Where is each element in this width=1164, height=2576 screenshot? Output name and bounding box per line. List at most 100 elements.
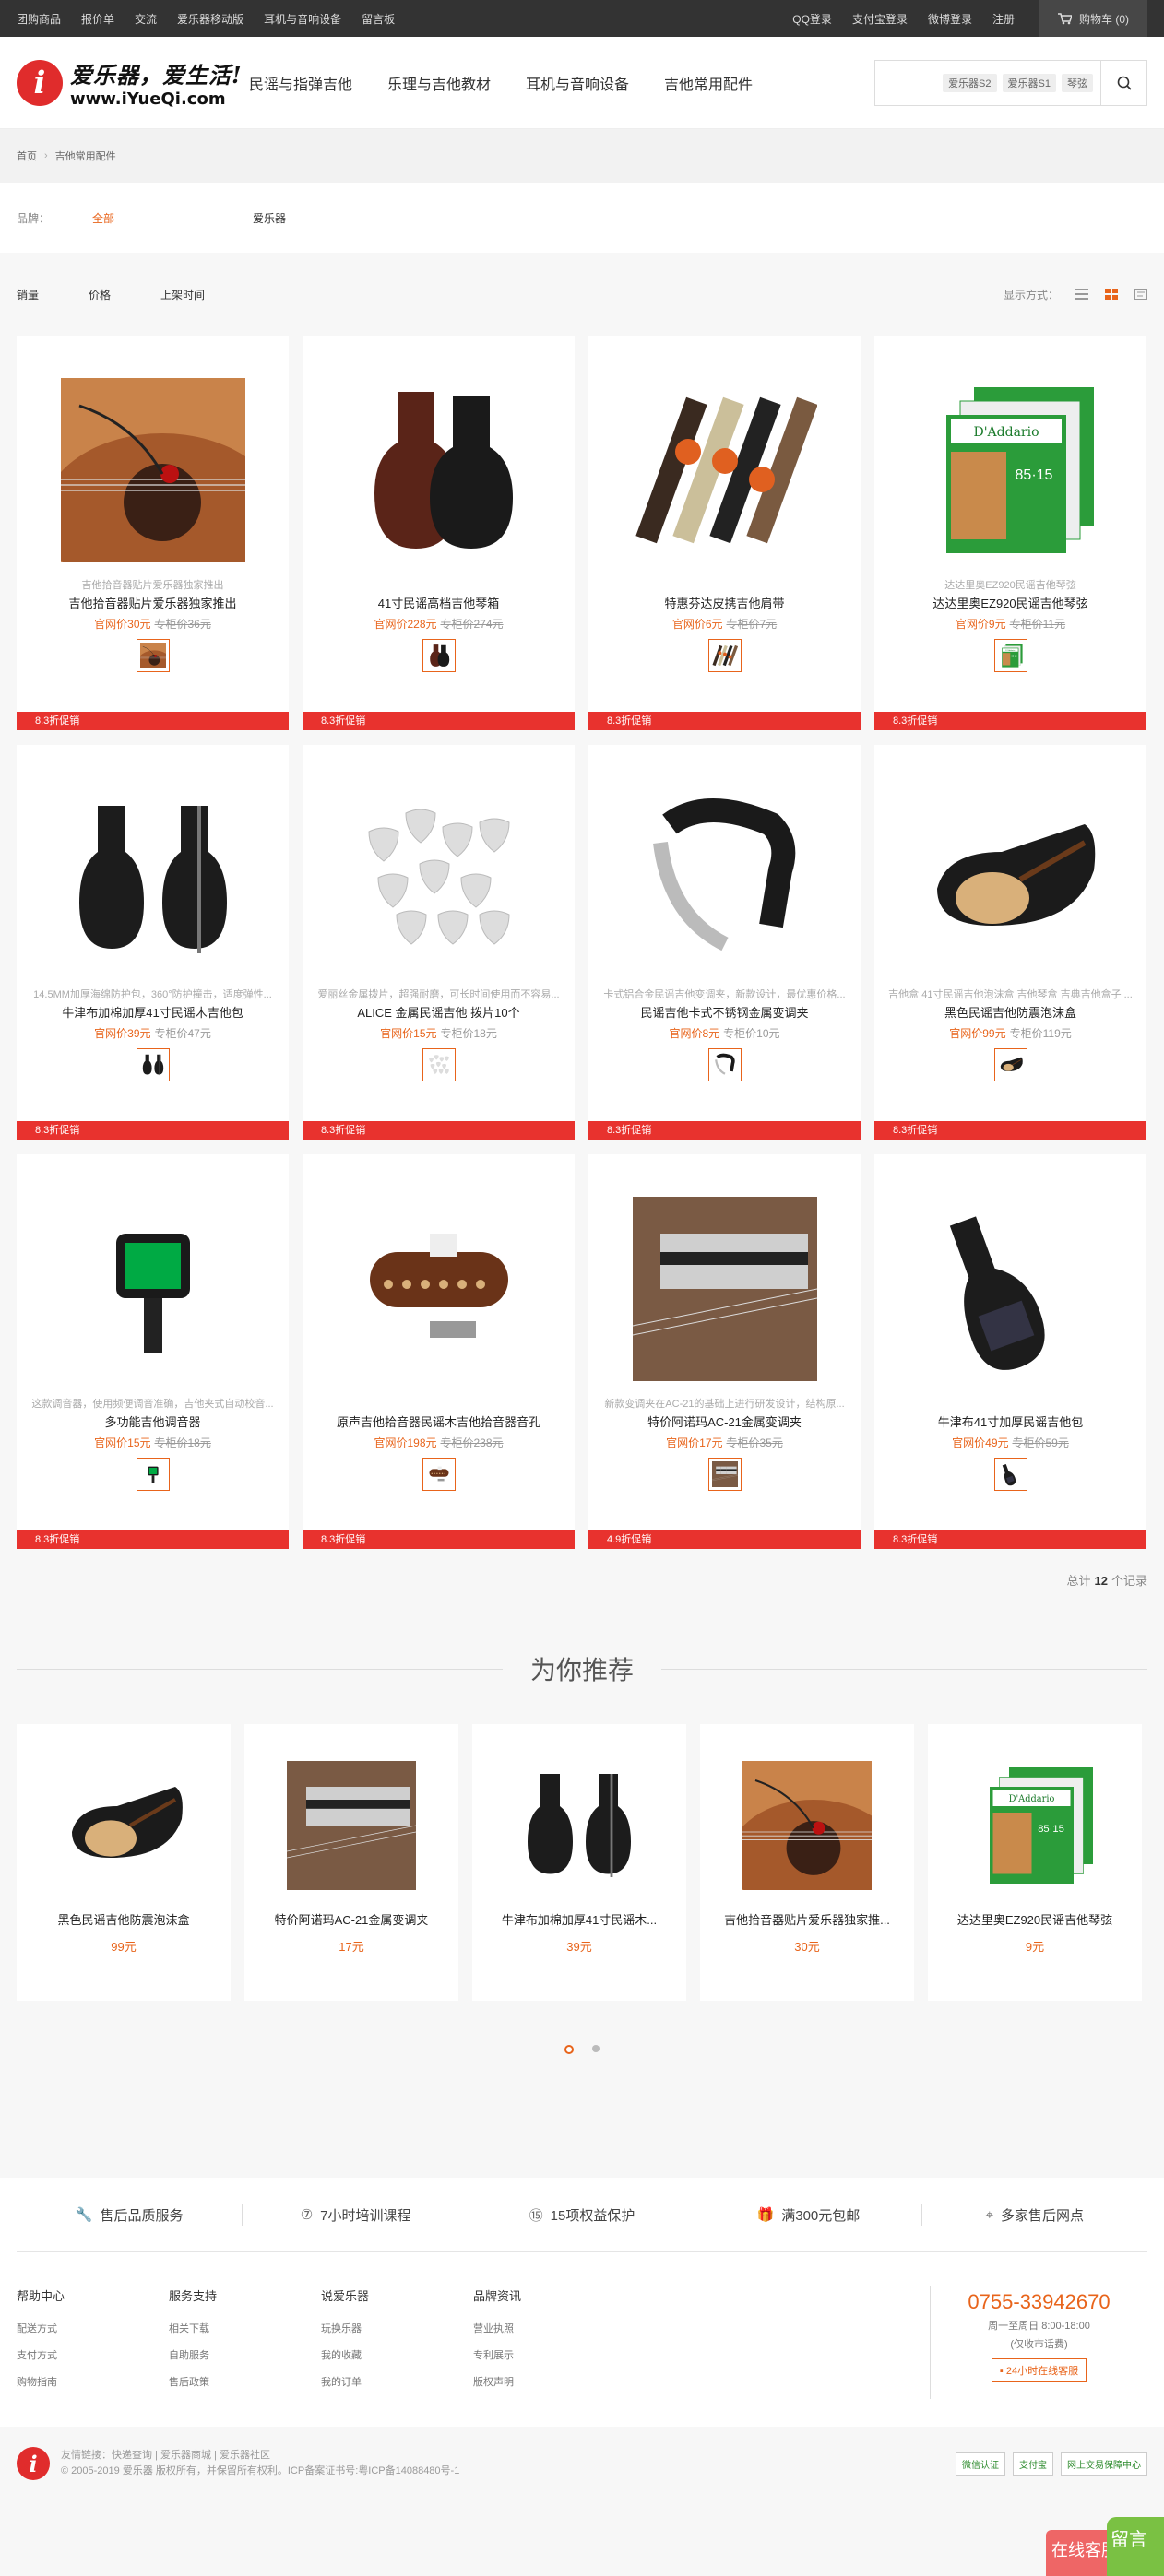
recommend-card[interactable]: 牛津布加棉加厚41寸民谣木... 39元 bbox=[472, 1724, 686, 2001]
product-thumbnail[interactable] bbox=[422, 1458, 456, 1491]
product-card[interactable]: D'Addario 85·15 达达里奥EZ920民谣吉他琴弦 达达里奥EZ920民谣… bbox=[874, 336, 1146, 730]
product-name[interactable]: 民谣吉他卡式不锈钢金属变调夹 bbox=[588, 1003, 861, 1021]
product-image[interactable] bbox=[346, 1197, 531, 1381]
product-name[interactable]: 41寸民谣高档吉他琴箱 bbox=[303, 594, 575, 611]
brand-all[interactable]: 全部 bbox=[92, 210, 114, 226]
product-image[interactable] bbox=[346, 378, 531, 562]
top-link[interactable]: 团购商品 bbox=[17, 11, 61, 27]
sort-price[interactable]: 价格 bbox=[89, 287, 111, 302]
product-card[interactable]: 吉他拾音器贴片爱乐器独家推出 吉他拾音器贴片爱乐器独家推出 官网价30元 专柜价36元… bbox=[17, 336, 289, 730]
brand-item[interactable]: 爱乐器 bbox=[253, 210, 286, 226]
product-image[interactable] bbox=[632, 1197, 817, 1381]
recommend-card[interactable]: 黑色民谣吉他防震泡沫盒 99元 bbox=[17, 1724, 231, 2001]
footer-link[interactable]: 我的订单 bbox=[321, 2374, 473, 2389]
product-thumbnail[interactable] bbox=[136, 1458, 170, 1491]
product-thumbnail[interactable] bbox=[136, 1048, 170, 1081]
product-card[interactable]: 14.5MM加厚海绵防护包，360°防护撞击，适度弹性... 牛津布加棉加厚41寸… bbox=[17, 745, 289, 1140]
product-thumbnail[interactable] bbox=[707, 639, 742, 672]
list-view-icon[interactable] bbox=[1075, 289, 1088, 300]
top-link[interactable]: 报价单 bbox=[81, 11, 114, 27]
top-link[interactable]: 留言板 bbox=[362, 11, 395, 27]
login-link[interactable]: QQ登录 bbox=[792, 11, 832, 27]
breadcrumb-home[interactable]: 首页 bbox=[17, 148, 37, 163]
wechat-badge[interactable]: 微信认证 bbox=[956, 2452, 1005, 2476]
recommend-image[interactable] bbox=[742, 1761, 872, 1890]
online-service-button[interactable]: ▪ 24小时在线客服 bbox=[991, 2358, 1087, 2382]
product-name[interactable]: 多功能吉他调音器 bbox=[17, 1412, 289, 1430]
product-image[interactable] bbox=[60, 378, 245, 562]
search-button[interactable] bbox=[1100, 60, 1146, 105]
recommend-card[interactable]: 吉他拾音器贴片爱乐器独家推... 30元 bbox=[700, 1724, 914, 2001]
recommend-name[interactable]: 达达里奥EZ920民谣吉他琴弦 bbox=[928, 1910, 1142, 1928]
alipay-badge[interactable]: 支付宝 bbox=[1013, 2452, 1053, 2476]
carousel-dot[interactable] bbox=[564, 2045, 574, 2054]
product-card[interactable]: 特惠芬达皮携吉他肩带 官网价6元 专柜价7元 8.3折促销 bbox=[588, 336, 861, 730]
footer-link[interactable]: 配送方式 bbox=[17, 2321, 169, 2335]
product-name[interactable]: 特价阿诺玛AC-21金属变调夹 bbox=[588, 1412, 861, 1430]
product-card[interactable]: 41寸民谣高档吉他琴箱 官网价228元 专柜价274元 8.3折促销 bbox=[303, 336, 575, 730]
footer-link[interactable]: 购物指南 bbox=[17, 2374, 169, 2389]
search-hot-tag[interactable]: 琴弦 bbox=[1062, 73, 1093, 92]
recommend-image[interactable]: D'Addario 85·15 bbox=[970, 1761, 1099, 1890]
recommend-name[interactable]: 牛津布加棉加厚41寸民谣木... bbox=[472, 1910, 686, 1928]
product-thumbnail[interactable] bbox=[993, 1048, 1027, 1081]
top-link[interactable]: 爱乐器移动版 bbox=[177, 11, 243, 27]
recommend-name[interactable]: 吉他拾音器贴片爱乐器独家推... bbox=[700, 1910, 914, 1928]
recommend-card[interactable]: 特价阿诺玛AC-21金属变调夹 17元 bbox=[244, 1724, 458, 2001]
sort-time[interactable]: 上架时间 bbox=[160, 287, 205, 302]
product-thumbnail[interactable] bbox=[422, 1048, 456, 1081]
search-input[interactable]: 爱乐器S2 爱乐器S1 琴弦 bbox=[875, 61, 1100, 105]
product-thumbnail[interactable] bbox=[707, 1048, 742, 1081]
recommend-image[interactable] bbox=[287, 1761, 416, 1890]
product-thumbnail[interactable] bbox=[707, 1458, 742, 1491]
footer-link[interactable]: 营业执照 bbox=[473, 2321, 625, 2335]
footer-link[interactable]: 自助服务 bbox=[169, 2347, 321, 2362]
product-image[interactable] bbox=[918, 1197, 1103, 1381]
search-hot-tag[interactable]: 爱乐器S1 bbox=[1002, 73, 1056, 92]
nav-item[interactable]: 乐理与吉他教材 bbox=[387, 72, 491, 94]
footer-link[interactable]: 专利展示 bbox=[473, 2347, 625, 2362]
product-image[interactable] bbox=[632, 787, 817, 972]
product-thumbnail[interactable] bbox=[993, 1458, 1027, 1491]
login-link[interactable]: 注册 bbox=[992, 11, 1015, 27]
nav-item[interactable]: 民谣与指弹吉他 bbox=[249, 72, 352, 94]
product-thumbnail[interactable] bbox=[136, 639, 172, 674]
sort-sales[interactable]: 销量 bbox=[17, 287, 39, 302]
product-name[interactable]: 吉他拾音器贴片爱乐器独家推出 bbox=[17, 594, 289, 611]
product-image[interactable] bbox=[632, 378, 817, 562]
product-card[interactable]: 这款调音器，使用频便调音准确，吉他夹式自动校音... 多功能吉他调音器 官网价15元… bbox=[17, 1154, 289, 1549]
recommend-image[interactable] bbox=[59, 1761, 188, 1890]
product-name[interactable]: 原声吉他拾音器民谣木吉他拾音器音孔 bbox=[303, 1412, 575, 1430]
footer-link[interactable]: 我的收藏 bbox=[321, 2347, 473, 2362]
footer-link[interactable]: 版权声明 bbox=[473, 2374, 625, 2389]
cart-button[interactable]: 购物车 (0) bbox=[1038, 0, 1147, 37]
recommend-name[interactable]: 特价阿诺玛AC-21金属变调夹 bbox=[244, 1910, 458, 1928]
product-thumbnail[interactable]: D'Addario 85·15 bbox=[993, 639, 1027, 672]
product-image[interactable]: D'Addario 85·15 bbox=[918, 378, 1103, 562]
breadcrumb-current[interactable]: 吉他常用配件 bbox=[55, 148, 116, 163]
trade-badge[interactable]: 网上交易保障中心 bbox=[1061, 2452, 1147, 2476]
site-logo[interactable]: i 爱乐器，爱生活! www.iYueQi.com bbox=[17, 57, 249, 109]
login-link[interactable]: 微博登录 bbox=[928, 11, 972, 27]
product-card[interactable]: 新款变调夹在AC-21的基础上进行研发设计，结构原... 特价阿诺玛AC-21金属… bbox=[588, 1154, 861, 1549]
product-image[interactable] bbox=[60, 787, 245, 972]
product-name[interactable]: ALICE 金属民谣吉他 拨片10个 bbox=[303, 1003, 575, 1021]
product-name[interactable]: 特惠芬达皮携吉他肩带 bbox=[588, 594, 861, 611]
nav-item[interactable]: 吉他常用配件 bbox=[664, 72, 753, 94]
top-link[interactable]: 耳机与音响设备 bbox=[264, 11, 341, 27]
recommend-image[interactable] bbox=[515, 1761, 644, 1890]
product-image[interactable] bbox=[60, 1197, 245, 1381]
footer-link[interactable]: 玩换乐器 bbox=[321, 2321, 473, 2335]
product-card[interactable]: 吉他盒 41寸民谣吉他泡沫盒 吉他琴盒 吉典吉他盒子 ... 黑色民谣吉他防震泡沫… bbox=[874, 745, 1146, 1140]
footer-link[interactable]: 相关下载 bbox=[169, 2321, 321, 2335]
text-view-icon[interactable] bbox=[1134, 289, 1147, 300]
product-thumbnail[interactable] bbox=[422, 639, 456, 672]
nav-item[interactable]: 耳机与音响设备 bbox=[526, 72, 629, 94]
product-name[interactable]: 达达里奥EZ920民谣吉他琴弦 bbox=[874, 594, 1146, 611]
product-image[interactable] bbox=[918, 787, 1103, 972]
product-name[interactable]: 牛津布加棉加厚41寸民谣木吉他包 bbox=[17, 1003, 289, 1021]
login-link[interactable]: 支付宝登录 bbox=[852, 11, 908, 27]
product-name[interactable]: 黑色民谣吉他防震泡沫盒 bbox=[874, 1003, 1146, 1021]
product-card[interactable]: 原声吉他拾音器民谣木吉他拾音器音孔 官网价198元 专柜价238元 8.3折促销 bbox=[303, 1154, 575, 1549]
product-image[interactable] bbox=[346, 787, 531, 972]
